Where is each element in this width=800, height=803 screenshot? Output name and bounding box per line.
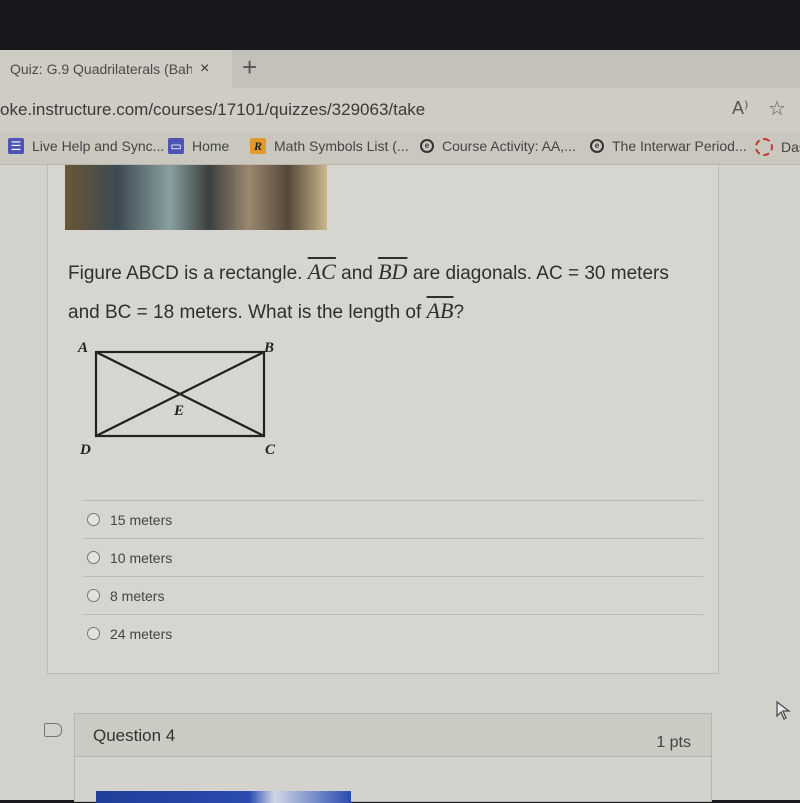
answer-option[interactable]: 24 meters xyxy=(83,614,703,652)
edge-icon: e xyxy=(420,139,434,153)
bookmark-label: The Interwar Period... xyxy=(612,138,747,154)
bookmark-math-symbols[interactable]: R Math Symbols List (... xyxy=(250,138,409,154)
segment-bd: BD xyxy=(378,259,408,284)
r-logo-icon: R xyxy=(250,138,266,154)
tab-title: Quiz: G.9 Quadrilaterals (Bahama xyxy=(10,61,192,77)
question-text-segment: and xyxy=(335,263,379,284)
question-text: Figure ABCD is a rectangle. AC and BD ar… xyxy=(68,253,728,331)
radio-button[interactable] xyxy=(87,627,100,640)
vertex-label-c: C xyxy=(265,442,276,458)
flag-question-icon[interactable] xyxy=(44,723,62,737)
question-4-header: Question 4 1 pts xyxy=(75,714,711,757)
answer-option[interactable]: 10 meters xyxy=(83,538,703,576)
bookmark-label: Home xyxy=(192,138,230,154)
quiz-page: Figure ABCD is a rectangle. AC and BD ar… xyxy=(0,165,800,803)
bookmark-label: Live Help and Sync... xyxy=(32,138,165,154)
radio-button[interactable] xyxy=(87,513,100,526)
question-4-points: 1 pts xyxy=(656,734,691,751)
tab-strip: Quiz: G.9 Quadrilaterals (Bahama × + xyxy=(0,50,800,88)
answer-label: 24 meters xyxy=(110,625,173,642)
question-4-card: Question 4 1 pts xyxy=(74,713,712,803)
read-aloud-icon[interactable]: A⁾ xyxy=(732,98,748,119)
bookmark-label: Das xyxy=(781,139,800,155)
url-field[interactable]: oke.instructure.com/courses/17101/quizze… xyxy=(0,100,425,120)
question-4-image xyxy=(96,791,351,803)
vertex-label-d: D xyxy=(79,442,91,458)
answer-label: 15 meters xyxy=(110,511,173,528)
question-text-segment: ? xyxy=(453,302,465,323)
answer-label: 10 meters xyxy=(110,549,173,566)
question-image xyxy=(65,165,327,230)
new-tab-icon[interactable]: + xyxy=(242,52,257,83)
question-text-segment: Figure ABCD is a rectangle. xyxy=(68,263,308,284)
edge-icon: e xyxy=(590,139,604,153)
question-4-title: Question 4 xyxy=(93,726,176,745)
vertex-label-a: A xyxy=(77,340,88,356)
bookmarks-bar: ☰ Live Help and Sync... ▭ Home R Math Sy… xyxy=(0,132,800,165)
bookmark-course-activity[interactable]: e Course Activity: AA,... xyxy=(420,138,576,154)
bookmark-live-help[interactable]: ☰ Live Help and Sync... xyxy=(8,138,164,154)
radio-button[interactable] xyxy=(87,589,100,602)
ring-icon xyxy=(755,138,773,156)
segment-ab: AB xyxy=(426,298,454,323)
mouse-cursor-icon xyxy=(776,701,791,720)
screen-bezel xyxy=(0,0,800,50)
vertex-label-e: E xyxy=(173,403,184,419)
rectangle-figure: A B C D E xyxy=(77,340,276,458)
bookmark-interwar-period[interactable]: e The Interwar Period... xyxy=(590,138,747,154)
bookmark-home[interactable]: ▭ Home xyxy=(168,138,229,154)
segment-ac: AC xyxy=(307,259,336,284)
bookmark-label: Course Activity: AA,... xyxy=(442,138,576,154)
radio-button[interactable] xyxy=(87,551,100,564)
close-tab-icon[interactable]: × xyxy=(200,60,209,78)
answer-list: 15 meters 10 meters 8 meters 24 meters xyxy=(83,500,703,652)
question-text-segment: are diagonals. AC = 30 meters xyxy=(407,263,669,284)
favorite-star-icon[interactable]: ☆ xyxy=(768,96,786,121)
bookmark-das[interactable]: Das xyxy=(755,138,800,156)
answer-option[interactable]: 15 meters xyxy=(83,500,703,538)
answer-option[interactable]: 8 meters xyxy=(83,576,703,614)
browser-tab-quiz[interactable]: Quiz: G.9 Quadrilaterals (Bahama × xyxy=(0,50,232,88)
question-text-segment: and BC = 18 meters. What is the length o… xyxy=(68,302,427,323)
vertex-label-b: B xyxy=(263,340,274,356)
document-icon: ☰ xyxy=(8,138,24,154)
bookmark-label: Math Symbols List (... xyxy=(274,138,409,154)
address-bar: oke.instructure.com/courses/17101/quizze… xyxy=(0,88,800,132)
home-icon: ▭ xyxy=(168,138,184,154)
answer-label: 8 meters xyxy=(110,587,165,604)
